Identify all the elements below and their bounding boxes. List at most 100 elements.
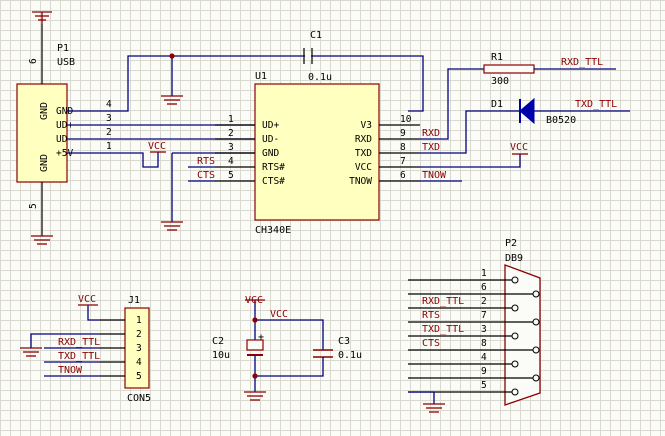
p1-designator: P1: [57, 43, 69, 54]
r1-value: 300: [491, 76, 509, 87]
j1-designator: J1: [128, 295, 140, 306]
net-label-txd-ttl: TXD_TTL: [58, 351, 100, 362]
c3-designator: C3: [338, 336, 350, 347]
net-label-txd-ttl: TXD_TTL: [575, 99, 617, 110]
net-label-rxd-ttl: RXD_TTL: [422, 296, 464, 307]
junction-dot: [169, 53, 175, 59]
junction-dot: [252, 373, 258, 379]
net-label-cts: CTS: [422, 338, 440, 349]
u1-pin-label: VCC: [355, 162, 372, 173]
u1-pin-number: 8: [400, 142, 406, 153]
p2-designator: P2: [505, 238, 517, 249]
ground-symbol: [20, 347, 42, 357]
net-label-rxd-ttl: RXD_TTL: [561, 57, 603, 68]
ground-symbol: [244, 391, 266, 401]
net-label-txd: TXD: [422, 142, 440, 153]
ground-symbol: [161, 95, 183, 105]
connector-j1[interactable]: J1 CON5 1 2 3 4 5 VCC RXD_TTL TXD_TTL TN…: [30, 294, 151, 404]
p2-pin-number: 9: [481, 366, 487, 377]
u1-pin-number: 10: [400, 114, 412, 125]
p2-pin-number: 3: [481, 324, 487, 335]
vcc-label: VCC: [245, 295, 263, 306]
c2-value: 10u: [212, 350, 230, 361]
p1-name: USB: [57, 57, 75, 68]
ground-symbol: [32, 11, 52, 24]
p1-gnd-label-top: GND: [39, 102, 50, 120]
net-label-rxd-ttl: RXD_TTL: [58, 337, 100, 348]
j1-pin-number: 5: [136, 371, 142, 382]
p2-pin-number: 1: [481, 268, 487, 279]
vcc-label: VCC: [510, 142, 528, 153]
p1-gnd-label-bottom: GND: [39, 154, 50, 172]
p1-pin-number: 3: [106, 113, 112, 124]
db9-connector-p2[interactable]: P2 DB9 1 6 2 7 3 8 4 9 5 RXD_TTL RTS TXD…: [408, 238, 541, 406]
u1-pin-number: 4: [228, 156, 234, 167]
net-label-txd-ttl: TXD_TTL: [422, 324, 464, 335]
net-label-rxd: RXD: [422, 128, 440, 139]
p2-pin-number: 7: [481, 310, 487, 321]
j1-pin-number: 1: [136, 315, 142, 326]
vcc-label: VCC: [78, 294, 96, 305]
resistor-r1[interactable]: R1 300 RXD_TTL: [483, 52, 616, 87]
ic-u1-ch340e[interactable]: U1 CH340E 1 2 3 4 5 UD+ UD- GND RTS# CTS…: [215, 71, 420, 236]
u1-pin-number: 6: [400, 170, 406, 181]
p2-name: DB9: [505, 253, 523, 264]
u1-pin-number: 1: [228, 114, 234, 125]
schematic-canvas: P1 USB 6 5 GND GND GND UD+ UD- +5V 4 3 2…: [0, 0, 665, 436]
j1-pin-number: 3: [136, 343, 142, 354]
vcc-port: VCC: [148, 141, 166, 153]
j1-pin-number: 4: [136, 357, 142, 368]
ground-symbol: [161, 221, 183, 231]
u1-pin-number: 3: [228, 142, 234, 153]
vcc-label: VCC: [270, 309, 288, 320]
junction-dot: [252, 317, 258, 323]
u1-pin-label: UD+: [262, 120, 279, 131]
p2-pin-number: 2: [481, 296, 487, 307]
ground-symbol: [423, 403, 445, 413]
vcc-label: VCC: [148, 141, 166, 152]
r1-designator: R1: [491, 52, 503, 63]
c1-value: 0.1u: [308, 72, 332, 83]
u1-pin-label: GND: [262, 148, 279, 159]
u1-pin-number: 7: [400, 156, 406, 167]
db9-shell: [504, 264, 541, 406]
net-label-tnow: TNOW: [422, 170, 447, 181]
d1-designator: D1: [491, 99, 503, 110]
c1-designator: C1: [310, 30, 322, 41]
u1-pin-label: TNOW: [349, 176, 372, 187]
schematic: P1 USB 6 5 GND GND GND UD+ UD- +5V 4 3 2…: [16, 11, 630, 413]
u1-pin-label: V3: [361, 120, 372, 131]
u1-pin-number: 9: [400, 128, 406, 139]
u1-pin-label: RTS#: [262, 162, 285, 173]
p2-pin-number: 6: [481, 282, 487, 293]
c2-plus: +: [258, 332, 264, 343]
u1-pin-label: TXD: [355, 148, 372, 159]
c2-designator: C2: [212, 336, 224, 347]
u1-pin-number: 2: [228, 128, 234, 139]
j1-pin-number: 2: [136, 329, 142, 340]
net-label-cts: CTS: [197, 170, 215, 181]
d1-value: B0520: [546, 115, 576, 126]
u1-pin-number: 5: [228, 170, 234, 181]
p1-pin-number: 4: [106, 99, 112, 110]
p1-pin-bottom: 5: [28, 203, 39, 209]
p2-pin-number: 5: [481, 380, 487, 391]
p2-pin-number: 4: [481, 352, 487, 363]
c3-value: 0.1u: [338, 350, 362, 361]
u1-pin-label: UD-: [262, 134, 279, 145]
j1-name: CON5: [127, 393, 151, 404]
p2-pin-number: 8: [481, 338, 487, 349]
capacitor-c3[interactable]: C3 0.1u: [255, 319, 362, 377]
p1-pin-number: 2: [106, 127, 112, 138]
u1-name: CH340E: [255, 225, 291, 236]
diode-d1[interactable]: D1 B0520 TXD_TTL: [491, 97, 630, 126]
usb-connector-p1[interactable]: P1 USB 6 5 GND GND GND UD+ UD- +5V 4 3 2…: [16, 24, 112, 236]
vcc-port: VCC VCC: [245, 295, 288, 320]
u1-designator: U1: [255, 71, 267, 82]
u1-pin-label: RXD: [355, 134, 372, 145]
p1-pin-number: 1: [106, 141, 112, 152]
net-label-tnow: TNOW: [58, 365, 83, 376]
net-label-rts: RTS: [422, 310, 440, 321]
ground-symbol: [31, 235, 53, 245]
u1-pin-label: CTS#: [262, 176, 285, 187]
